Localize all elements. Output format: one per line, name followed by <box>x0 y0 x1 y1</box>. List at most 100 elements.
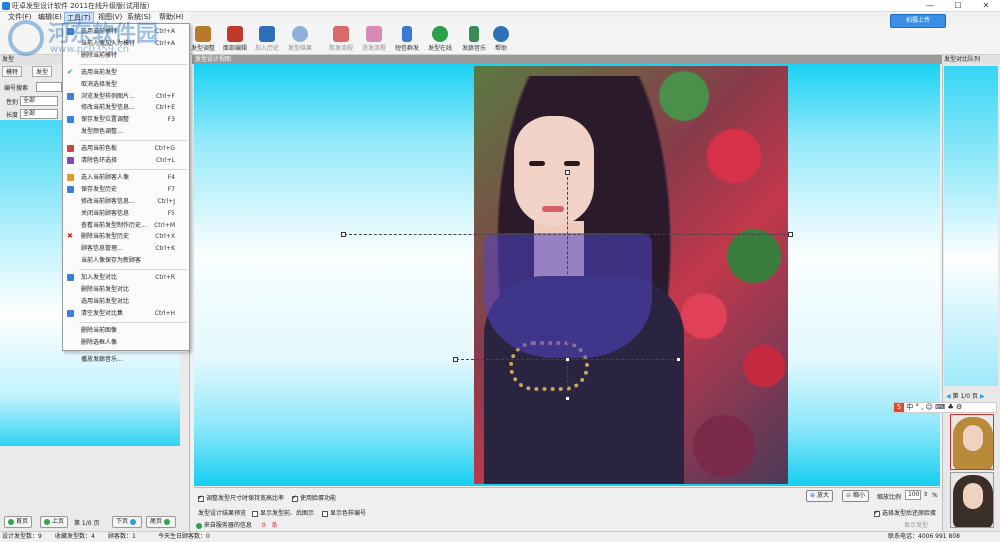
resize-handle-bottom[interactable] <box>565 357 570 362</box>
last-label: 尾页 <box>150 518 163 525</box>
dropdown-item[interactable]: 删除选框人像 <box>63 337 189 348</box>
dropdown-item-shortcut: Ctrl+X <box>155 233 175 241</box>
next-page-button[interactable]: 下页 <box>112 516 143 528</box>
compare-thumb-1[interactable] <box>950 414 994 470</box>
resize-handle-right[interactable] <box>788 232 793 237</box>
dropdown-item[interactable]: 取消选择发型 <box>63 79 189 90</box>
keep-ratio-option[interactable]: 调整发型尺寸时保持宽高比率 <box>198 493 284 502</box>
zoom-input[interactable]: 100 <box>905 490 921 500</box>
length-select[interactable]: 全部 <box>20 109 58 119</box>
maximize-button[interactable]: ☐ <box>944 0 972 12</box>
dropdown-item-shortcut: Ctrl+H <box>154 309 175 317</box>
title-bar: 旺卓发型设计软件 2011在线升级版(试用版) — ☐ ✕ <box>0 0 1000 12</box>
last-page-button[interactable]: 尾页 <box>146 516 177 528</box>
upload-button[interactable]: 拍摄上传 <box>890 14 946 28</box>
dropdown-item[interactable]: 删除当前图像 <box>63 325 189 336</box>
dropdown-item[interactable]: 播放发廊音乐... <box>63 354 189 365</box>
compare-thumb-2[interactable] <box>950 472 994 528</box>
dropdown-item[interactable]: 查看当前发型制作历史... Ctrl+M <box>63 220 189 231</box>
dropdown-item[interactable]: ✔ 选用当前发型 <box>63 67 189 78</box>
search-label: 编号搜索 <box>4 85 29 92</box>
show-hair-button[interactable]: 显示发型 <box>904 520 928 529</box>
dropdown-item[interactable]: 删除当前发型对比 <box>63 284 189 295</box>
compare-next-icon[interactable]: ▶ <box>980 393 985 400</box>
dropdown-item-label: 保存发型历史 <box>81 185 118 193</box>
color-code-checkbox[interactable] <box>322 510 328 517</box>
hair-result-button[interactable]: 发型结果 <box>283 26 317 54</box>
keep-ratio-checkbox[interactable] <box>198 494 204 502</box>
zoom-out-button[interactable]: ⊖ 缩小 <box>842 490 869 502</box>
face-option[interactable]: 使用脸蛋功能 <box>292 493 336 502</box>
message-unit: 条 <box>271 522 278 529</box>
hairstyle-overlay[interactable] <box>484 233 652 358</box>
dropdown-item[interactable]: 保存发型历史 F7 <box>63 184 189 195</box>
zoom-stepper[interactable]: ⇕ <box>923 491 928 498</box>
resize-handle-left[interactable] <box>341 232 346 237</box>
dropdown-item[interactable]: 关闭当前顾客信息 F5 <box>63 208 189 219</box>
dropdown-item-label: 顾客信息管理... <box>81 245 123 253</box>
add-history-icon <box>259 26 275 42</box>
dropdown-item-shortcut: F4 <box>167 173 175 181</box>
search-input[interactable] <box>36 82 62 92</box>
help-button[interactable]: 帮助 <box>484 26 518 54</box>
minimize-button[interactable]: — <box>916 0 944 12</box>
restore-face-checkbox[interactable] <box>874 509 880 517</box>
dropdown-item[interactable]: 选用当前发型对比 <box>63 296 189 307</box>
dropdown-item[interactable]: 浏览发型样例图片... Ctrl+F <box>63 91 189 102</box>
color-code-option[interactable]: 显示色样编号 <box>322 508 366 517</box>
gender-select[interactable]: 全部 <box>20 96 58 106</box>
first-page-button[interactable]: 首页 <box>4 516 33 528</box>
dropdown-item[interactable]: 保存发型位置调整 F3 <box>63 114 189 125</box>
dropdown-item[interactable]: ✖ 删除当前发型历史 Ctrl+X <box>63 231 189 242</box>
dropdown-item-label: 选用当前发型 <box>81 68 118 76</box>
zoom-label: 缩放比例 <box>877 494 902 501</box>
history-icon <box>67 185 74 193</box>
dropdown-item-label: 选用当前发型对比 <box>81 297 130 305</box>
zoom-out-label: 缩小 <box>852 492 865 499</box>
dropdown-item[interactable]: 清空发型对比集 Ctrl+H <box>63 308 189 319</box>
cut-flow-button[interactable]: 剪发流程 <box>324 26 358 54</box>
zoom-unit: % <box>932 492 938 499</box>
lips <box>542 206 564 212</box>
dropdown-item[interactable]: 选用当前色板 Ctrl+G <box>63 143 189 154</box>
dropdown-item[interactable]: 修改当前顾客信息... Ctrl+J <box>63 196 189 207</box>
server-message[interactable]: 来自服务器的信息 0 条 <box>196 520 278 529</box>
dropdown-item-label: 删除当前发型对比 <box>81 286 130 293</box>
dropdown-item[interactable]: 清除色环选择 Ctrl+L <box>63 155 189 166</box>
sms-icon <box>402 26 412 42</box>
ime-toolbar[interactable]: S 中 ° , ☺ ⌨ ♣ ⚙ <box>893 402 997 413</box>
next-icon <box>130 518 137 525</box>
status-bar: 设计发型数：9 收藏发型数：4 顾客数：1 今天生日顾客数：0 联系电话：400… <box>0 531 1000 541</box>
before-after-option[interactable]: 显示发型前、后图示 <box>252 508 314 517</box>
dropdown-item[interactable]: 顾客信息管理... Ctrl+K <box>63 243 189 254</box>
dropdown-item-label: 删除当前图像 <box>81 326 118 334</box>
sms-button[interactable]: 短信群发 <box>390 26 424 54</box>
resize-handle-center-bottom[interactable] <box>565 396 570 401</box>
dropdown-item[interactable]: 发型颜色调整... <box>63 126 189 137</box>
dropdown-item[interactable]: 加入发型对比 Ctrl+R <box>63 272 189 283</box>
message-label: 来自服务器的信息 <box>203 522 252 529</box>
compare-prev-icon[interactable]: ◀ <box>946 393 951 400</box>
dropdown-item[interactable]: 选入当前顾客人像 F4 <box>63 172 189 183</box>
sms-label: 短信群发 <box>394 45 419 52</box>
watermark-logo-icon <box>8 20 44 56</box>
restore-face-option[interactable]: 选择发型后还原脸蛋 <box>874 508 936 517</box>
tab-hairstyle[interactable]: 发型 <box>32 66 53 77</box>
resize-handle-bottom-right[interactable] <box>676 357 681 362</box>
before-after-checkbox[interactable] <box>252 510 258 517</box>
dropdown-item-label: 选入当前顾客人像 <box>81 173 130 181</box>
prev-page-button[interactable]: 上页 <box>40 516 69 528</box>
close-button[interactable]: ✕ <box>972 0 1000 12</box>
perm-flow-button[interactable]: 烫发流程 <box>357 26 391 54</box>
add-history-button[interactable]: 加入历史 <box>250 26 284 54</box>
zoom-in-button[interactable]: ⊕ 放大 <box>806 490 833 502</box>
dropdown-item[interactable]: 修改当前发型信息... Ctrl+E <box>63 102 189 113</box>
resize-handle-bottom-left[interactable] <box>453 357 458 362</box>
tab-model[interactable]: 模特 <box>2 66 23 77</box>
dropdown-item[interactable]: 当前人像保存为新顾客 <box>63 255 189 266</box>
face-checkbox[interactable] <box>292 494 298 502</box>
message-count: 0 <box>261 522 266 529</box>
hair-online-button[interactable]: 发型在线 <box>423 26 457 54</box>
resize-handle-top[interactable] <box>565 170 570 175</box>
dropdown-item-shortcut: Ctrl+F <box>155 92 175 100</box>
